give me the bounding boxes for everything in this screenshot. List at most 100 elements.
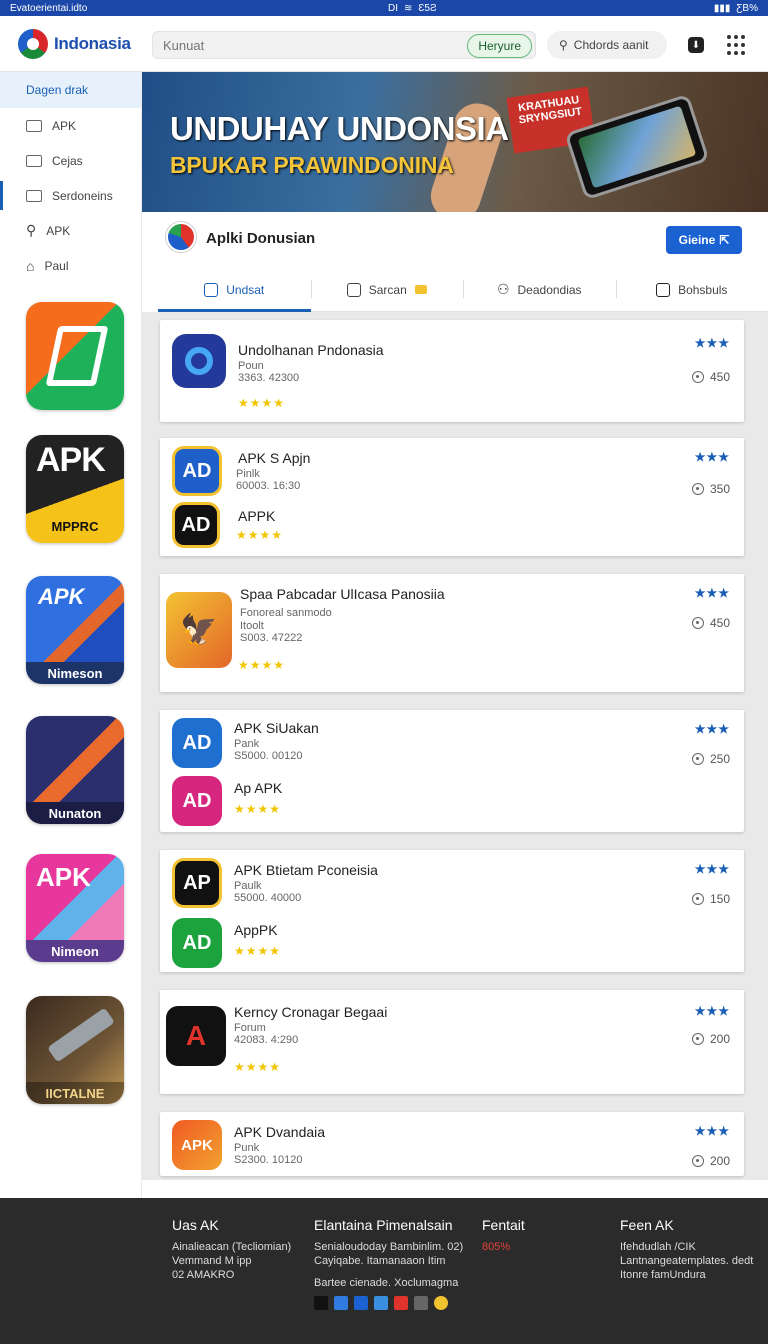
app-title-secondary: APPK bbox=[238, 508, 276, 524]
folder-icon bbox=[26, 154, 42, 167]
app-stars: ★★★★ bbox=[238, 658, 286, 672]
app-icon: APK bbox=[172, 1120, 222, 1170]
social-icon[interactable] bbox=[394, 1296, 408, 1310]
thumb-caption: IICTALNE bbox=[26, 1082, 124, 1104]
app-thumb-5[interactable]: APK Nimeon bbox=[26, 854, 124, 962]
rating-stars: ★★★ bbox=[694, 1124, 730, 1138]
tab-label: Undsat bbox=[226, 282, 265, 297]
footer-link[interactable]: 02 AMAKRO bbox=[172, 1268, 291, 1282]
sidebar-item-apk-search[interactable]: ⚲ APK bbox=[0, 213, 141, 248]
rating-stars: ★★★ bbox=[694, 862, 730, 876]
tab-bohsbuls[interactable]: Bohsbuls bbox=[615, 268, 768, 311]
footer-link[interactable]: Bartee cienade. Xoclumagma bbox=[314, 1276, 463, 1290]
footer-link[interactable]: Vemmand M ipp bbox=[172, 1254, 291, 1268]
app-meta: 60003. 16:30 bbox=[236, 480, 301, 492]
app-thumb-1[interactable] bbox=[26, 302, 124, 410]
sidebar-item-label: Dagen drak bbox=[26, 83, 89, 97]
folder-icon bbox=[26, 189, 42, 202]
edit-icon bbox=[346, 282, 361, 297]
app-meta-2: S003. 47222 bbox=[240, 632, 303, 644]
tab-deadondias[interactable]: ⚇ Deadondias bbox=[463, 268, 616, 311]
people-icon: ⚇ bbox=[496, 281, 510, 297]
app-icon: A bbox=[166, 1006, 226, 1066]
hero-banner[interactable]: UNDUHAY UNDONSIA BPUKAR PRAWINDONINA KRA… bbox=[142, 72, 768, 212]
app-list: Undolhanan Pndonasia Poun 3363. 42300 ★★… bbox=[142, 312, 768, 1180]
footer-heading: Feen AK bbox=[620, 1217, 674, 1233]
app-title-secondary: Ap APK bbox=[234, 780, 283, 796]
footer-link[interactable]: Senialoudoday Bambinlim. 02) bbox=[314, 1240, 463, 1254]
app-thumb-2[interactable]: APK MPPRC bbox=[26, 435, 124, 543]
follow-button[interactable]: Gieine ⇱ bbox=[666, 226, 742, 254]
tab-sarcan[interactable]: Sarcan bbox=[310, 268, 464, 311]
app-card[interactable]: APK APK Dvandaia Punk S2300. 10120 ★★★ 2… bbox=[160, 1112, 744, 1176]
app-meta: 3363. 42300 bbox=[238, 372, 300, 384]
app-card[interactable]: AP AD APK Btietam Pconeisia Paulk 55000.… bbox=[160, 850, 744, 972]
app-stars: ★★★★ bbox=[234, 802, 282, 816]
thumb-caption: MPPRC bbox=[51, 518, 99, 534]
status-center-b: Ɛ5Ƨ bbox=[418, 2, 437, 14]
app-icon-secondary: AD bbox=[172, 776, 222, 826]
tab-label: Sarcan bbox=[368, 282, 407, 297]
social-icon[interactable] bbox=[374, 1296, 388, 1310]
app-card[interactable]: 🦅 Spaa Pabcadar UlIcasa Panosiia Fonorea… bbox=[160, 574, 744, 692]
app-icon: 🦅 bbox=[166, 592, 232, 668]
brand-name: Indonasia bbox=[54, 34, 131, 53]
status-center: DI ≋ Ɛ5Ƨ bbox=[388, 3, 437, 14]
download-count: 250 bbox=[691, 752, 730, 766]
app-card[interactable]: AD AD APK S Apjn Pinlk 60003. 16:30 APPK… bbox=[160, 438, 744, 556]
social-icon[interactable] bbox=[314, 1296, 328, 1310]
thumb-apk-text: APK bbox=[36, 862, 91, 892]
footer-col-3: Fentait 805% bbox=[482, 1218, 525, 1254]
tab-undsat[interactable]: Undsat bbox=[158, 268, 311, 312]
app-thumb-3[interactable]: APK Nimeson bbox=[26, 576, 124, 684]
social-icon[interactable] bbox=[414, 1296, 428, 1310]
download-button[interactable]: ⬇ bbox=[686, 35, 706, 55]
banner-headline: UNDUHAY UNDONSIA bbox=[170, 110, 509, 147]
app-stars: ★★★★ bbox=[234, 944, 282, 958]
sidebar-item-paul[interactable]: ⌂ Paul bbox=[0, 248, 141, 283]
follow-label: Gieine bbox=[678, 233, 716, 247]
badge-icon bbox=[414, 285, 427, 294]
app-title: APK Dvandaia bbox=[234, 1124, 326, 1140]
social-links bbox=[314, 1296, 463, 1310]
footer-link[interactable]: Lantnangeatemplates. dedt bbox=[620, 1254, 753, 1268]
app-stars: ★★★★ bbox=[234, 1060, 282, 1074]
status-bar: Evatoerientai.idto DI ≋ Ɛ5Ƨ ▮▮▮ ƸB% bbox=[0, 0, 768, 16]
footer-col-4: Feen AK Ifehdudlah /CIK Lantnangeatempla… bbox=[620, 1218, 753, 1282]
external-link-icon: ⇱ bbox=[719, 233, 730, 247]
app-card[interactable]: A Kerncy Cronagar Begaai Forum 42083. 4:… bbox=[160, 990, 744, 1094]
sidebar-item-dagen-drak[interactable]: Dagen drak bbox=[0, 72, 141, 108]
folder-icon bbox=[26, 119, 42, 132]
sidebar-item-label: Serdoneins bbox=[52, 188, 113, 203]
footer-heading: Fentait bbox=[482, 1217, 525, 1233]
search-icon: ⚲ bbox=[26, 222, 37, 238]
download-icon bbox=[691, 483, 704, 495]
social-icon[interactable] bbox=[434, 1296, 448, 1310]
footer-link[interactable]: Itonre famUndura bbox=[620, 1268, 753, 1282]
app-thumb-6[interactable]: IICTALNE bbox=[26, 996, 124, 1104]
download-count-value: 450 bbox=[709, 370, 730, 384]
sidebar-item-cejas[interactable]: Cejas bbox=[0, 143, 141, 178]
app-card[interactable]: Undolhanan Pndonasia Poun 3363. 42300 ★★… bbox=[160, 320, 744, 422]
footer-stat: 805% bbox=[482, 1241, 511, 1253]
secondary-search[interactable]: ⚲ Chdords aanit bbox=[547, 31, 667, 59]
footer-link[interactable]: Ainalieacan (Tecliomian) bbox=[172, 1240, 291, 1254]
sidebar-item-serdoneins[interactable]: Serdoneins bbox=[0, 178, 141, 213]
app-card[interactable]: AD AD APK SiUakan Pank S5000. 00120 Ap A… bbox=[160, 710, 744, 832]
sidebar: Dagen drak APK Cejas Serdoneins ⚲ APK ⌂ … bbox=[0, 72, 142, 1198]
footer-link[interactable]: Ifehdudlah /CIK bbox=[620, 1240, 753, 1254]
app-title: Undolhanan Pndonasia bbox=[238, 342, 384, 358]
rating-stars: ★★★ bbox=[694, 450, 730, 464]
footer-link[interactable]: Cayiqabe. Itamanaaon Itim bbox=[314, 1254, 463, 1268]
status-left-text: Evatoerientai.idto bbox=[10, 2, 88, 14]
download-icon bbox=[691, 1033, 704, 1045]
sidebar-item-apk[interactable]: APK bbox=[0, 108, 141, 143]
search-button[interactable]: Heryure bbox=[467, 34, 532, 58]
app-thumb-4[interactable]: Nunaton bbox=[26, 716, 124, 824]
social-icon[interactable] bbox=[354, 1296, 368, 1310]
brand-logo[interactable]: Indonasia bbox=[18, 29, 131, 59]
search-input[interactable] bbox=[153, 32, 453, 58]
social-icon[interactable] bbox=[334, 1296, 348, 1310]
apps-grid-button[interactable] bbox=[726, 35, 746, 55]
publisher-row: Aplki Donusian Gieine ⇱ bbox=[142, 212, 768, 268]
